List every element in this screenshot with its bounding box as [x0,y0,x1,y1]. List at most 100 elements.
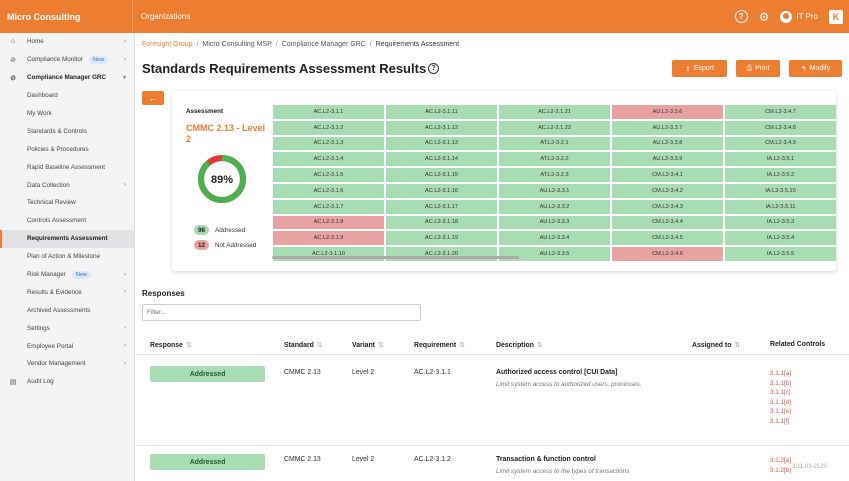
requirement-cell-ia-l2-3-5-3[interactable]: IA.L2-3.5.3 [724,214,836,231]
breadcrumb-msp[interactable]: Micro Consulting MSP [203,41,272,48]
export-button[interactable]: ⇪ Export [672,60,727,77]
user-menu[interactable]: IT Pro [780,10,818,23]
sidebar-item-vendor-management[interactable]: Vendor Management › [0,355,134,373]
requirement-cell-cm-l2-3-4-7[interactable]: CM.L2-3.4.7 [724,104,836,120]
requirement-cell-ac-l2-3-1-7[interactable]: AC.L2-3.1.7 [272,198,385,215]
requirement-cell-au-l2-3-3-7[interactable]: AU.L2-3.3.7 [611,119,724,136]
requirement-cell-cm-l2-3-4-4[interactable]: CM.L2-3.4.4 [611,214,724,231]
gear-icon[interactable]: ⚙ [759,10,770,24]
requirement-cell-ac-l2-3-1-8[interactable]: AC.L2-3.1.8 [272,214,385,231]
col-requirement[interactable]: Requirement ⇅ [414,341,465,349]
back-button[interactable]: ← [142,91,164,105]
sidebar-item-plan-of-action-milestone[interactable]: Plan of Action & Milestone [0,248,134,266]
sidebar-item-policies-procedures[interactable]: Policies & Procedures [0,140,134,158]
related-control-link[interactable]: 3.1.1[e] [770,407,791,417]
related-control-link[interactable]: 3.1.1[b] [770,379,791,389]
col-description[interactable]: Description ⇅ [496,341,543,349]
sidebar-item-compliance-manager-grc[interactable]: ⊘ Compliance Manager GRC ▾ [0,69,134,87]
filter-input[interactable] [142,304,421,321]
sidebar-item-employee-portal[interactable]: Employee Portal › [0,337,134,355]
sidebar-item-technical-review[interactable]: Technical Review [0,194,134,212]
organizations-link[interactable]: Organizations [133,12,190,21]
sidebar-item-compliance-monitor[interactable]: ⊘ Compliance Monitor New › [0,51,134,69]
sidebar-item-audit-log[interactable]: ▤ Audit Log [0,373,134,391]
col-standard[interactable]: Standard ⇅ [284,341,323,349]
response-status-badge[interactable]: Addressed [150,366,265,382]
brand-logo[interactable]: Micro Consulting [0,0,133,33]
requirement-cell-at-l2-3-2-2[interactable]: AT.L2-3.2.2 [498,151,611,168]
requirement-cell-cm-l2-3-4-9[interactable]: CM.L2-3.4.9 [724,135,836,152]
requirement-cell-ia-l2-3-5-2[interactable]: IA.L2-3.5.2 [724,167,836,183]
requirement-cell-ac-l2-3-1-15[interactable]: AC.L2-3.1.15 [385,167,498,183]
requirement-cell-ac-l2-3-1-6[interactable]: AC.L2-3.1.6 [272,182,385,199]
requirement-cell-ac-l2-3-1-17[interactable]: AC.L2-3.1.17 [385,198,498,215]
breadcrumb-grc[interactable]: Compliance Manager GRC [282,41,366,48]
print-button[interactable]: ⎙ Print [736,60,780,77]
col-assigned-to[interactable]: Assigned to ⇅ [692,341,740,349]
requirement-cell[interactable]: AC.L2-3.1.2 [414,456,451,463]
requirement-cell-ac-l2-3-1-21[interactable]: AC.L2-3.1.21 [498,104,611,120]
sidebar-item-archived-assessments[interactable]: Archived Assessments [0,301,134,319]
requirement-cell-ac-l2-3-1-22[interactable]: AC.L2-3.1.22 [498,119,611,136]
sidebar-item-settings[interactable]: Settings › [0,319,134,337]
requirement-cell-ac-l2-3-1-11[interactable]: AC.L2-3.1.11 [385,104,498,120]
requirement-cell-au-l2-3-3-8[interactable]: AU.L2-3.3.8 [611,135,724,152]
related-control-link[interactable]: 3.1.2[a] [770,456,791,466]
requirement-cell-ac-l2-3-1-14[interactable]: AC.L2-3.1.14 [385,151,498,168]
table-row[interactable]: Addressed CMMC 2.13 Level 2 AC.L2-3.1.2 … [136,446,849,481]
sidebar-item-standards-controls[interactable]: Standards & Controls [0,122,134,140]
requirement-cell-ia-l2-3-5-11[interactable]: IA.L2-3.5.11 [724,198,836,215]
product-logo-icon[interactable]: K [829,9,843,24]
requirement-cell-ac-l2-3-1-12[interactable]: AC.L2-3.1.12 [385,119,498,136]
help-icon[interactable]: ? [428,63,439,74]
sidebar-item-requirements-assessment[interactable]: Requirements Assessment [0,229,134,248]
requirement-cell-au-l2-3-3-9[interactable]: AU.L2-3.3.9 [611,151,724,168]
requirement-cell-ac-l2-3-1-4[interactable]: AC.L2-3.1.4 [272,151,385,168]
requirement-cell-cm-l2-3-4-2[interactable]: CM.L2-3.4.2 [611,182,724,199]
requirement-cell-cm-l2-3-4-8[interactable]: CM.L2-3.4.8 [724,119,836,136]
requirement-cell-au-l2-3-3-3[interactable]: AU.L2-3.3.3 [498,214,611,231]
requirement-cell-cm-l2-3-4-3[interactable]: CM.L2-3.4.3 [611,198,724,215]
requirement-cell-cm-l2-3-4-1[interactable]: CM.L2-3.4.1 [611,167,724,183]
requirement-cell-cm-l2-3-4-6[interactable]: CM.L2-3.4.6 [611,246,724,262]
response-status-badge[interactable]: Addressed [150,454,265,470]
requirement-cell-at-l2-3-2-3[interactable]: AT.L2-3.2.3 [498,167,611,183]
requirement-cell-ia-l2-3-5-1[interactable]: IA.L2-3.5.1 [724,151,836,168]
sidebar-item-dashboard[interactable]: Dashboard [0,87,134,105]
modify-button[interactable]: ↰ Modify [789,60,842,77]
requirement-cell-ac-l2-3-1-16[interactable]: AC.L2-3.1.16 [385,182,498,199]
related-control-link[interactable]: 3.1.1[c] [770,388,791,398]
sidebar-item-results-evidence[interactable]: Results & Evidence › [0,283,134,301]
requirement-cell[interactable]: AC.L2-3.1.1 [414,369,451,376]
requirement-cell-au-l2-3-3-1[interactable]: AU.L2-3.3.1 [498,182,611,199]
requirement-cell-ac-l2-3-1-19[interactable]: AC.L2-3.1.19 [385,230,498,247]
table-row[interactable]: Addressed CMMC 2.13 Level 2 AC.L2-3.1.1 … [136,355,849,446]
requirement-cell-au-l2-3-3-5[interactable]: AU.L2-3.3.5 [498,246,611,262]
related-control-link[interactable]: 3.1.1[d] [770,398,791,408]
requirement-cell-au-l2-3-3-2[interactable]: AU.L2-3.3.2 [498,198,611,215]
sidebar-item-my-work[interactable]: My Work [0,105,134,123]
requirement-cell-ac-l2-3-1-1[interactable]: AC.L2-3.1.1 [272,104,385,120]
col-variant[interactable]: Variant ⇅ [352,341,384,349]
requirement-cell-cm-l2-3-4-5[interactable]: CM.L2-3.4.5 [611,230,724,247]
related-control-link[interactable]: 3.1.2[b] [770,466,791,476]
requirement-cell-au-l2-3-3-6[interactable]: AU.L2-3.3.6 [611,104,724,120]
related-control-link[interactable]: 3.1.1[a] [770,369,791,379]
help-icon[interactable]: ? [734,10,748,23]
requirement-cell-ac-l2-3-1-3[interactable]: AC.L2-3.1.3 [272,135,385,152]
requirement-cell-ia-l2-3-5-5[interactable]: IA.L2-3.5.5 [724,246,836,262]
requirement-cell-ac-l2-3-1-20[interactable]: AC.L2-3.1.20 [385,246,498,262]
requirement-cell-ac-l2-3-1-5[interactable]: AC.L2-3.1.5 [272,167,385,183]
requirement-cell-at-l2-3-2-1[interactable]: AT.L2-3.2.1 [498,135,611,152]
sidebar-item-data-collection[interactable]: Data Collection › [0,176,134,194]
col-response[interactable]: Response ⇅ [150,341,192,349]
requirement-cell-ia-l2-3-5-4[interactable]: IA.L2-3.5.4 [724,230,836,247]
sidebar-item-controls-assessment[interactable]: Controls Assessment [0,212,134,230]
requirement-cell-ac-l2-3-1-10[interactable]: AC.L2-3.1.10 [272,246,385,262]
requirement-cell-ac-l2-3-1-13[interactable]: AC.L2-3.1.13 [385,135,498,152]
grid-scrollbar[interactable] [272,256,519,259]
requirement-cell-ac-l2-3-1-9[interactable]: AC.L2-3.1.9 [272,230,385,247]
requirement-cell-ia-l2-3-5-10[interactable]: IA.L2-3.5.10 [724,182,836,199]
related-control-link[interactable]: 3.1.1[f] [770,417,791,427]
sidebar-item-home[interactable]: ⌂ Home › [0,33,134,51]
